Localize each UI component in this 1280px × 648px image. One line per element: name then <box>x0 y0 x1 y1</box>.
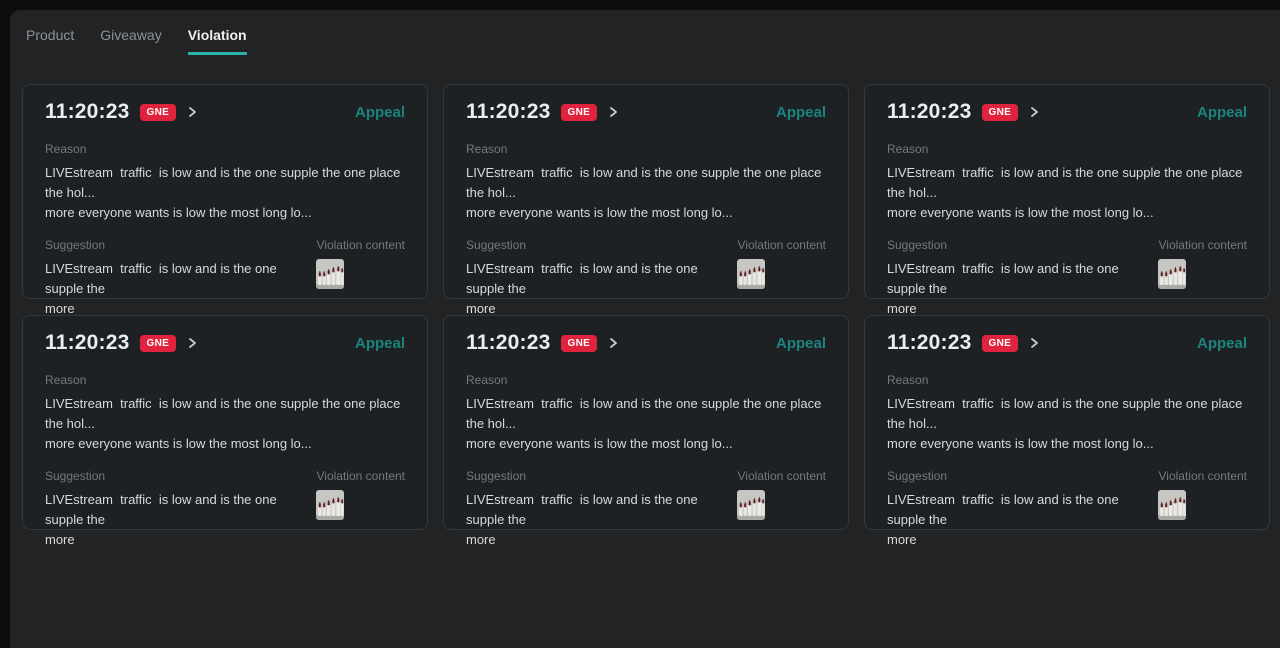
suggestion-text: LIVEstream traffic is low and is the one… <box>887 259 1157 319</box>
violation-type-badge: GNE <box>982 104 1019 121</box>
violation-card: 11:20:23 GNE Appeal Reason LIVEstream tr… <box>864 315 1270 530</box>
reason-text: LIVEstream traffic is low and is the one… <box>887 163 1247 223</box>
violation-content-label: Violation content <box>1158 238 1247 252</box>
appeal-button[interactable]: Appeal <box>1197 335 1247 352</box>
violation-content-label: Violation content <box>316 238 405 252</box>
violation-time: 11:20:23 <box>887 331 972 355</box>
violation-card: 11:20:23 GNE Appeal Reason LIVEstream tr… <box>864 84 1270 299</box>
violation-content-thumbnail-icon[interactable] <box>316 259 344 289</box>
reason-text: LIVEstream traffic is low and is the one… <box>466 394 826 454</box>
card-header: 11:20:23 GNE Appeal <box>887 330 1247 356</box>
card-bottom-section: Suggestion LIVEstream traffic is low and… <box>887 469 1247 550</box>
card-bottom-section: Suggestion LIVEstream traffic is low and… <box>45 469 405 550</box>
main-panel: Product Giveaway Violation 11:20:23 GNE … <box>10 10 1280 648</box>
reason-text: LIVEstream traffic is low and is the one… <box>45 163 405 223</box>
suggestion-text: LIVEstream traffic is low and is the one… <box>466 259 736 319</box>
reason-text: LIVEstream traffic is low and is the one… <box>887 394 1247 454</box>
card-header: 11:20:23 GNE Appeal <box>466 99 826 125</box>
violation-time: 11:20:23 <box>887 100 972 124</box>
card-header: 11:20:23 GNE Appeal <box>466 330 826 356</box>
violation-card: 11:20:23 GNE Appeal Reason LIVEstream tr… <box>22 84 428 299</box>
chevron-right-icon[interactable] <box>1028 106 1040 118</box>
chevron-right-icon[interactable] <box>607 337 619 349</box>
appeal-button[interactable]: Appeal <box>355 104 405 121</box>
violation-content-thumbnail-icon[interactable] <box>737 490 765 520</box>
reason-label: Reason <box>466 373 826 387</box>
suggestion-label: Suggestion <box>466 469 736 483</box>
suggestion-label: Suggestion <box>466 238 736 252</box>
reason-label: Reason <box>45 142 405 156</box>
violation-time: 11:20:23 <box>45 331 130 355</box>
card-header: 11:20:23 GNE Appeal <box>45 330 405 356</box>
violation-card: 11:20:23 GNE Appeal Reason LIVEstream tr… <box>22 315 428 530</box>
violation-card: 11:20:23 GNE Appeal Reason LIVEstream tr… <box>443 315 849 530</box>
chevron-right-icon[interactable] <box>1028 337 1040 349</box>
suggestion-text: LIVEstream traffic is low and is the one… <box>887 490 1157 550</box>
violation-time: 11:20:23 <box>466 100 551 124</box>
card-bottom-section: Suggestion LIVEstream traffic is low and… <box>466 469 826 550</box>
card-bottom-section: Suggestion LIVEstream traffic is low and… <box>887 238 1247 319</box>
violation-content-thumbnail-icon[interactable] <box>316 490 344 520</box>
appeal-button[interactable]: Appeal <box>776 335 826 352</box>
violation-content-label: Violation content <box>1158 469 1247 483</box>
suggestion-label: Suggestion <box>887 238 1157 252</box>
suggestion-text: LIVEstream traffic is low and is the one… <box>45 490 315 550</box>
reason-label: Reason <box>45 373 405 387</box>
appeal-button[interactable]: Appeal <box>1197 104 1247 121</box>
violation-content-thumbnail-icon[interactable] <box>737 259 765 289</box>
reason-text: LIVEstream traffic is low and is the one… <box>466 163 826 223</box>
violation-content-label: Violation content <box>737 469 826 483</box>
reason-label: Reason <box>887 142 1247 156</box>
tab-violation[interactable]: Violation <box>188 27 247 55</box>
violation-type-badge: GNE <box>561 335 598 352</box>
violation-time: 11:20:23 <box>466 331 551 355</box>
card-header: 11:20:23 GNE Appeal <box>45 99 405 125</box>
violation-content-label: Violation content <box>737 238 826 252</box>
suggestion-label: Suggestion <box>45 469 315 483</box>
violation-content-thumbnail-icon[interactable] <box>1158 490 1186 520</box>
violation-card: 11:20:23 GNE Appeal Reason LIVEstream tr… <box>443 84 849 299</box>
tab-bar: Product Giveaway Violation <box>10 10 1280 55</box>
violation-type-badge: GNE <box>140 104 177 121</box>
violation-type-badge: GNE <box>561 104 598 121</box>
suggestion-label: Suggestion <box>887 469 1157 483</box>
violation-type-badge: GNE <box>982 335 1019 352</box>
card-bottom-section: Suggestion LIVEstream traffic is low and… <box>466 238 826 319</box>
chevron-right-icon[interactable] <box>186 337 198 349</box>
violation-type-badge: GNE <box>140 335 177 352</box>
appeal-button[interactable]: Appeal <box>355 335 405 352</box>
tab-product[interactable]: Product <box>26 27 74 55</box>
card-bottom-section: Suggestion LIVEstream traffic is low and… <box>45 238 405 319</box>
suggestion-text: LIVEstream traffic is low and is the one… <box>466 490 736 550</box>
suggestion-label: Suggestion <box>45 238 315 252</box>
reason-text: LIVEstream traffic is low and is the one… <box>45 394 405 454</box>
violation-time: 11:20:23 <box>45 100 130 124</box>
reason-label: Reason <box>466 142 826 156</box>
card-header: 11:20:23 GNE Appeal <box>887 99 1247 125</box>
appeal-button[interactable]: Appeal <box>776 104 826 121</box>
reason-label: Reason <box>887 373 1247 387</box>
chevron-right-icon[interactable] <box>186 106 198 118</box>
violation-content-label: Violation content <box>316 469 405 483</box>
suggestion-text: LIVEstream traffic is low and is the one… <box>45 259 315 319</box>
violation-content-thumbnail-icon[interactable] <box>1158 259 1186 289</box>
chevron-right-icon[interactable] <box>607 106 619 118</box>
cards-grid: 11:20:23 GNE Appeal Reason LIVEstream tr… <box>10 55 1280 530</box>
tab-giveaway[interactable]: Giveaway <box>100 27 161 55</box>
